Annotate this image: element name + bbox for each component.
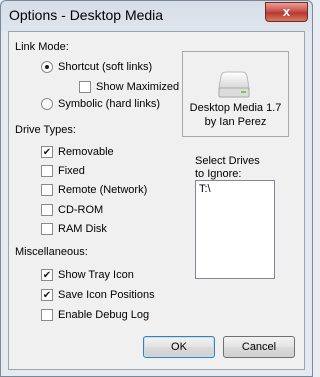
about-author: by Ian Perez [204, 116, 267, 128]
show-maximized-checkbox[interactable] [79, 81, 91, 93]
misc-heading: Miscellaneous: [15, 246, 88, 258]
remote-checkbox[interactable] [41, 184, 53, 196]
shortcut-label[interactable]: Shortcut (soft links) [58, 61, 152, 73]
removable-label[interactable]: Removable [58, 146, 114, 158]
fixed-label[interactable]: Fixed [58, 165, 85, 177]
save-icon-positions-label[interactable]: Save Icon Positions [58, 289, 155, 301]
cdrom-checkbox[interactable] [41, 204, 53, 216]
ok-button[interactable]: OK [143, 336, 215, 358]
drive-types-heading: Drive Types: [15, 124, 76, 136]
about-product: Desktop Media 1.7 [189, 102, 282, 114]
fixed-checkbox[interactable] [41, 165, 53, 177]
show-maximized-label[interactable]: Show Maximized [96, 81, 179, 93]
ignore-drives-input[interactable]: T:\ [195, 180, 275, 279]
cdrom-label[interactable]: CD-ROM [58, 204, 103, 216]
options-window: Options - Desktop Media x Link Mode: Sho… [0, 0, 313, 377]
window-title: Options - Desktop Media [9, 7, 164, 23]
ignore-label-line2: to Ignore: [195, 168, 242, 180]
ramdisk-checkbox[interactable] [41, 223, 53, 235]
drive-icon [218, 71, 250, 98]
enable-debug-log-label[interactable]: Enable Debug Log [58, 309, 149, 321]
save-icon-positions-checkbox[interactable] [41, 289, 53, 301]
show-tray-icon-label[interactable]: Show Tray Icon [58, 269, 134, 281]
dialog-client-area: Link Mode: Shortcut (soft links) Show Ma… [8, 31, 305, 370]
link-mode-heading: Link Mode: [15, 41, 69, 53]
shortcut-radio[interactable] [41, 61, 53, 73]
removable-checkbox[interactable] [41, 146, 53, 158]
title-bar[interactable]: Options - Desktop Media x [1, 1, 312, 31]
ignore-drives-value: T:\ [199, 183, 211, 195]
cancel-button[interactable]: Cancel [223, 336, 295, 358]
symbolic-radio[interactable] [41, 98, 53, 110]
ramdisk-label[interactable]: RAM Disk [58, 223, 107, 235]
close-icon: x [282, 4, 291, 19]
remote-label[interactable]: Remote (Network) [58, 184, 147, 196]
about-box: Desktop Media 1.7 by Ian Perez [182, 51, 289, 137]
close-button[interactable]: x [265, 2, 308, 22]
show-tray-icon-checkbox[interactable] [41, 269, 53, 281]
ignore-label-line1: Select Drives [195, 155, 260, 167]
symbolic-label[interactable]: Symbolic (hard links) [58, 98, 160, 110]
enable-debug-log-checkbox[interactable] [41, 309, 53, 321]
